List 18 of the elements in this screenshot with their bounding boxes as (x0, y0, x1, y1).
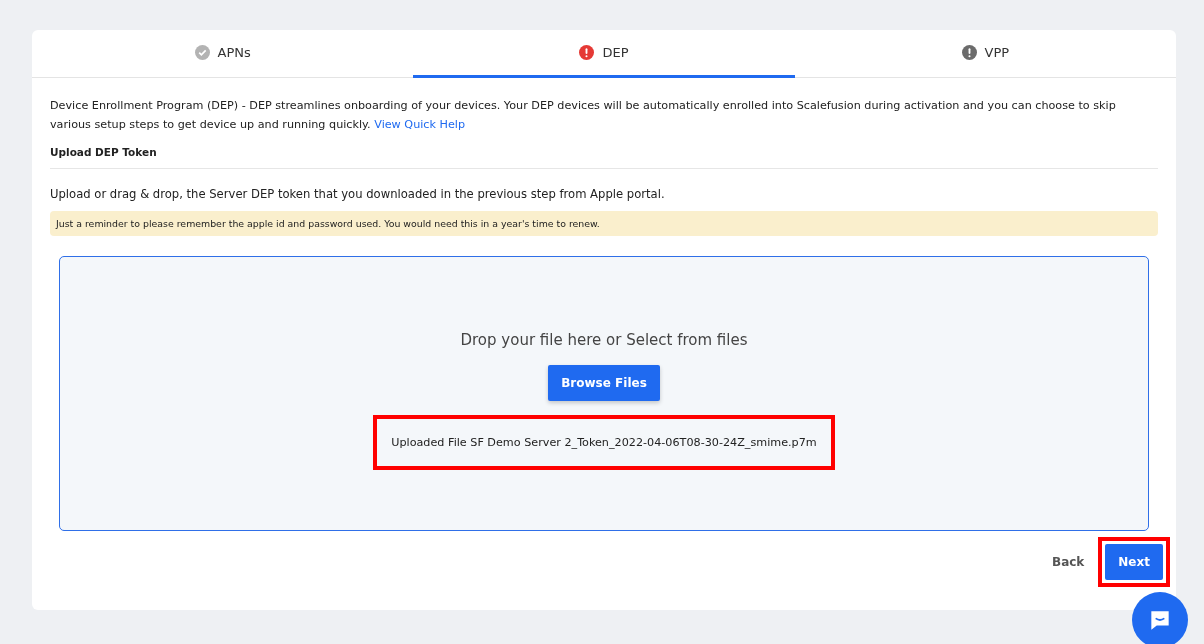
exclamation-icon (579, 45, 595, 60)
reminder-banner: Just a reminder to please remember the apple id and password used. You would need this in a year's time to renew. (50, 211, 1158, 236)
exclamation-icon (961, 45, 977, 60)
tab[interactable]: VPP (794, 30, 1176, 78)
browse-files-button[interactable]: Browse Files (548, 365, 660, 401)
dropzone-prompt: Drop your file here or Select from files (460, 331, 748, 349)
back-button[interactable]: Back (1046, 554, 1091, 570)
instruction-text: Upload or drag & drop, the Server DEP token that you downloaded in the previous step from Apple portal. (50, 187, 666, 201)
intro-text: Device Enrollment Program (DEP) - DEP streamlines onboarding of your devices. Your DEP devices will be automatically enrolled into Scalefusion during activation and you can choose to skip various setup steps to get device up and running quickly. View Quick Help (50, 98, 1117, 133)
next-button[interactable]: Next (1105, 544, 1163, 580)
check-icon (194, 45, 210, 60)
tab[interactable]: DEP (413, 30, 795, 78)
uploaded-file-name: Uploaded File SF Demo Server 2_Token_2022-04-06T08-30-24Z_smime.p7m (373, 415, 835, 470)
section-title: Upload DEP Token (50, 146, 158, 158)
tab[interactable]: APNs (32, 30, 414, 78)
dropzone[interactable]: Drop your file here or Select from files Browse Files Uploaded File SF Demo Server 2_Token_2022-04-06T08-30-24Z_smime.p7m (59, 256, 1149, 531)
quick-help-link[interactable]: View Quick Help (374, 118, 466, 131)
chat-icon[interactable] (1132, 592, 1188, 644)
